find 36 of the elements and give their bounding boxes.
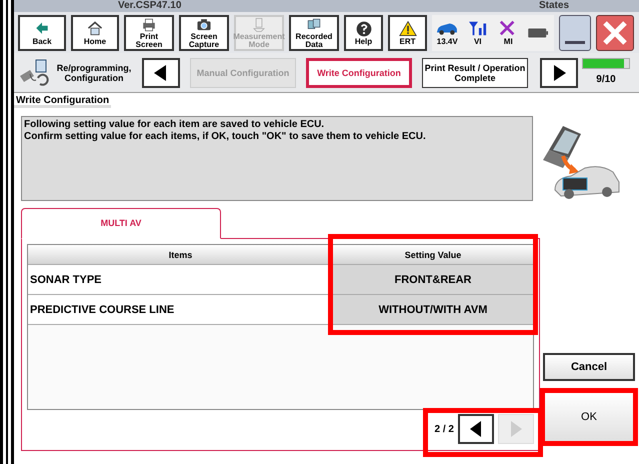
action-button[interactable]: Cancel	[543, 353, 635, 381]
arrow-left-icon	[468, 420, 484, 438]
message-box: Following setting value for each item are saved to vehicle ECU. Confirm setting value for each items, if OK, touch "OK" to save them to vehicle ECU.	[21, 116, 533, 201]
page-title: Write Configuration	[14, 93, 112, 108]
status-label: VI	[474, 37, 482, 46]
status-label: 13.4V	[436, 37, 458, 46]
version-label: Ver.CSP47.10	[118, 0, 182, 12]
step-tab[interactable]: Print Result / Operation Complete	[422, 58, 528, 88]
toolbar-button[interactable]: Help	[344, 14, 383, 50]
ecu-reprogram-icon	[18, 58, 50, 88]
help-icon	[354, 20, 374, 38]
house-icon	[85, 20, 105, 38]
toolbar-button[interactable]: Recorded Data	[289, 14, 339, 50]
progress-reading: 9/10	[596, 73, 616, 87]
status-label: MI	[504, 37, 513, 46]
step-title: Re/programming, Configuration	[56, 62, 132, 82]
step-tab[interactable]: Write Configuration	[306, 58, 412, 88]
prev-page-button[interactable]	[458, 414, 494, 444]
step-back-button[interactable]	[142, 58, 180, 88]
table-cell: WITHOUT/WITH AVM	[333, 295, 533, 325]
states-label: States	[539, 0, 570, 12]
close-button[interactable]	[596, 14, 634, 50]
column-header: Setting Value	[333, 245, 533, 265]
toolbar-button[interactable]: Back	[18, 14, 66, 50]
arrow-right-icon	[508, 420, 524, 438]
toolbar-button[interactable]: Print Screen	[124, 14, 174, 50]
minimize-button[interactable]	[559, 14, 591, 50]
toolbar-button[interactable]: ERT	[388, 14, 427, 50]
toolbar-button[interactable]: Screen Capture	[179, 14, 229, 50]
close-icon	[602, 20, 628, 46]
table-cell: FRONT&REAR	[333, 265, 533, 295]
step-next-button[interactable]	[540, 58, 578, 88]
warning-icon	[398, 20, 418, 38]
toolbar-button[interactable]: Home	[71, 14, 119, 50]
page-indicator: 2 / 2	[434, 422, 454, 437]
tab[interactable]: MULTI AV	[21, 208, 221, 239]
